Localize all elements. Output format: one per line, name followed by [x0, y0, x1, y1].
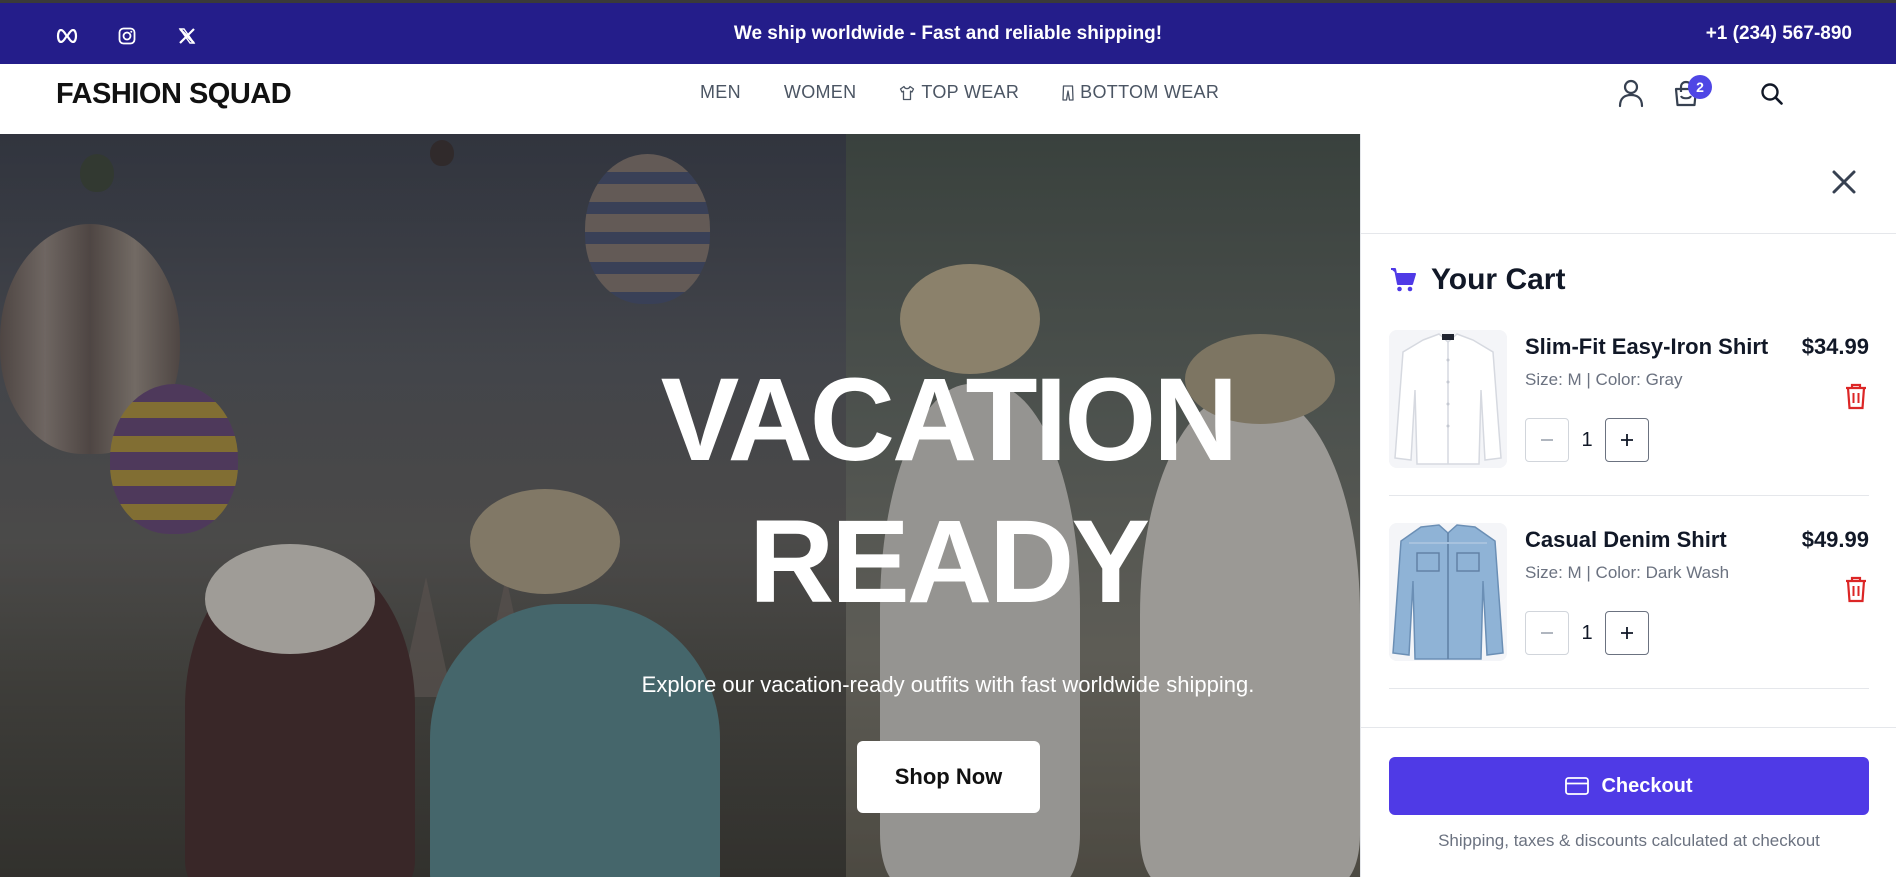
divider: [1361, 727, 1896, 728]
nav-link-label: WOMEN: [783, 82, 857, 102]
announcement-bar: We ship worldwide - Fast and reliable sh…: [0, 0, 1896, 64]
minus-icon: [1541, 632, 1553, 634]
product-image[interactable]: [1389, 330, 1507, 468]
divider: [1389, 688, 1869, 689]
announcement-text: We ship worldwide - Fast and reliable sh…: [733, 23, 1163, 44]
product-price: $34.99: [1801, 334, 1869, 359]
quantity-value: 1: [1581, 621, 1593, 644]
shirt-icon: [900, 85, 915, 100]
close-icon[interactable]: [1830, 168, 1858, 196]
checkout-note: Shipping, taxes & discounts calculated a…: [1438, 831, 1820, 850]
quantity-value: 1: [1581, 428, 1593, 451]
quantity-stepper: 1: [1525, 418, 1649, 462]
main-nav: MEN WOMEN TOP WEAR BOTTOM WEAR: [700, 82, 1219, 103]
shop-now-button[interactable]: Shop Now: [857, 741, 1040, 813]
nav-link-top-wear[interactable]: TOP WEAR: [899, 82, 1019, 103]
plus-icon: [1621, 434, 1633, 446]
increase-quantity-button[interactable]: [1605, 611, 1649, 655]
cart-item: Casual Denim Shirt Size: M | Color: Dark…: [1389, 523, 1869, 663]
cart-icon: [1391, 268, 1416, 292]
credit-card-icon: [1565, 777, 1590, 795]
product-image[interactable]: [1389, 523, 1507, 661]
pants-icon: [1062, 84, 1074, 101]
nav-link-women[interactable]: WOMEN: [784, 82, 857, 103]
trash-icon[interactable]: [1843, 575, 1869, 603]
user-icon[interactable]: [1617, 78, 1645, 113]
product-variant: Size: M | Color: Gray: [1525, 370, 1683, 389]
cart-item: Slim-Fit Easy-Iron Shirt Size: M | Color…: [1389, 330, 1869, 470]
nav-link-label: BOTTOM WEAR: [1080, 82, 1220, 102]
nav-link-label: MEN: [700, 82, 741, 102]
checkout-label: Checkout: [1601, 774, 1693, 797]
checkout-button[interactable]: Checkout: [1389, 757, 1869, 815]
divider: [1361, 233, 1896, 234]
cart-heading: Your Cart: [1389, 263, 1565, 297]
decrease-quantity-button[interactable]: [1525, 418, 1569, 462]
product-price: $49.99: [1801, 527, 1869, 552]
product-name: Casual Denim Shirt: [1525, 527, 1727, 552]
cart-count-badge: 2: [1688, 75, 1712, 99]
search-icon[interactable]: [1760, 82, 1784, 111]
minus-icon: [1541, 439, 1553, 441]
product-variant: Size: M | Color: Dark Wash: [1525, 563, 1730, 582]
product-name: Slim-Fit Easy-Iron Shirt: [1525, 334, 1769, 359]
plus-icon: [1621, 627, 1633, 639]
quantity-stepper: 1: [1525, 611, 1649, 655]
nav-link-bottom-wear[interactable]: BOTTOM WEAR: [1062, 82, 1219, 103]
nav-link-label: TOP WEAR: [921, 82, 1020, 102]
increase-quantity-button[interactable]: [1605, 418, 1649, 462]
cart-title: Your Cart: [1431, 263, 1566, 296]
cart-drawer: Your Cart Slim-Fit Easy-Iron Shirt Size:…: [1360, 134, 1896, 877]
decrease-quantity-button[interactable]: [1525, 611, 1569, 655]
phone-number[interactable]: +1 (234) 567-890: [1706, 23, 1852, 45]
trash-icon[interactable]: [1843, 382, 1869, 410]
navbar: FASHION SQUAD MEN WOMEN TOP WEAR BOTTOM …: [0, 64, 1896, 134]
divider: [1389, 495, 1869, 496]
nav-link-men[interactable]: MEN: [700, 82, 741, 103]
site-logo[interactable]: FASHION SQUAD: [56, 78, 292, 111]
